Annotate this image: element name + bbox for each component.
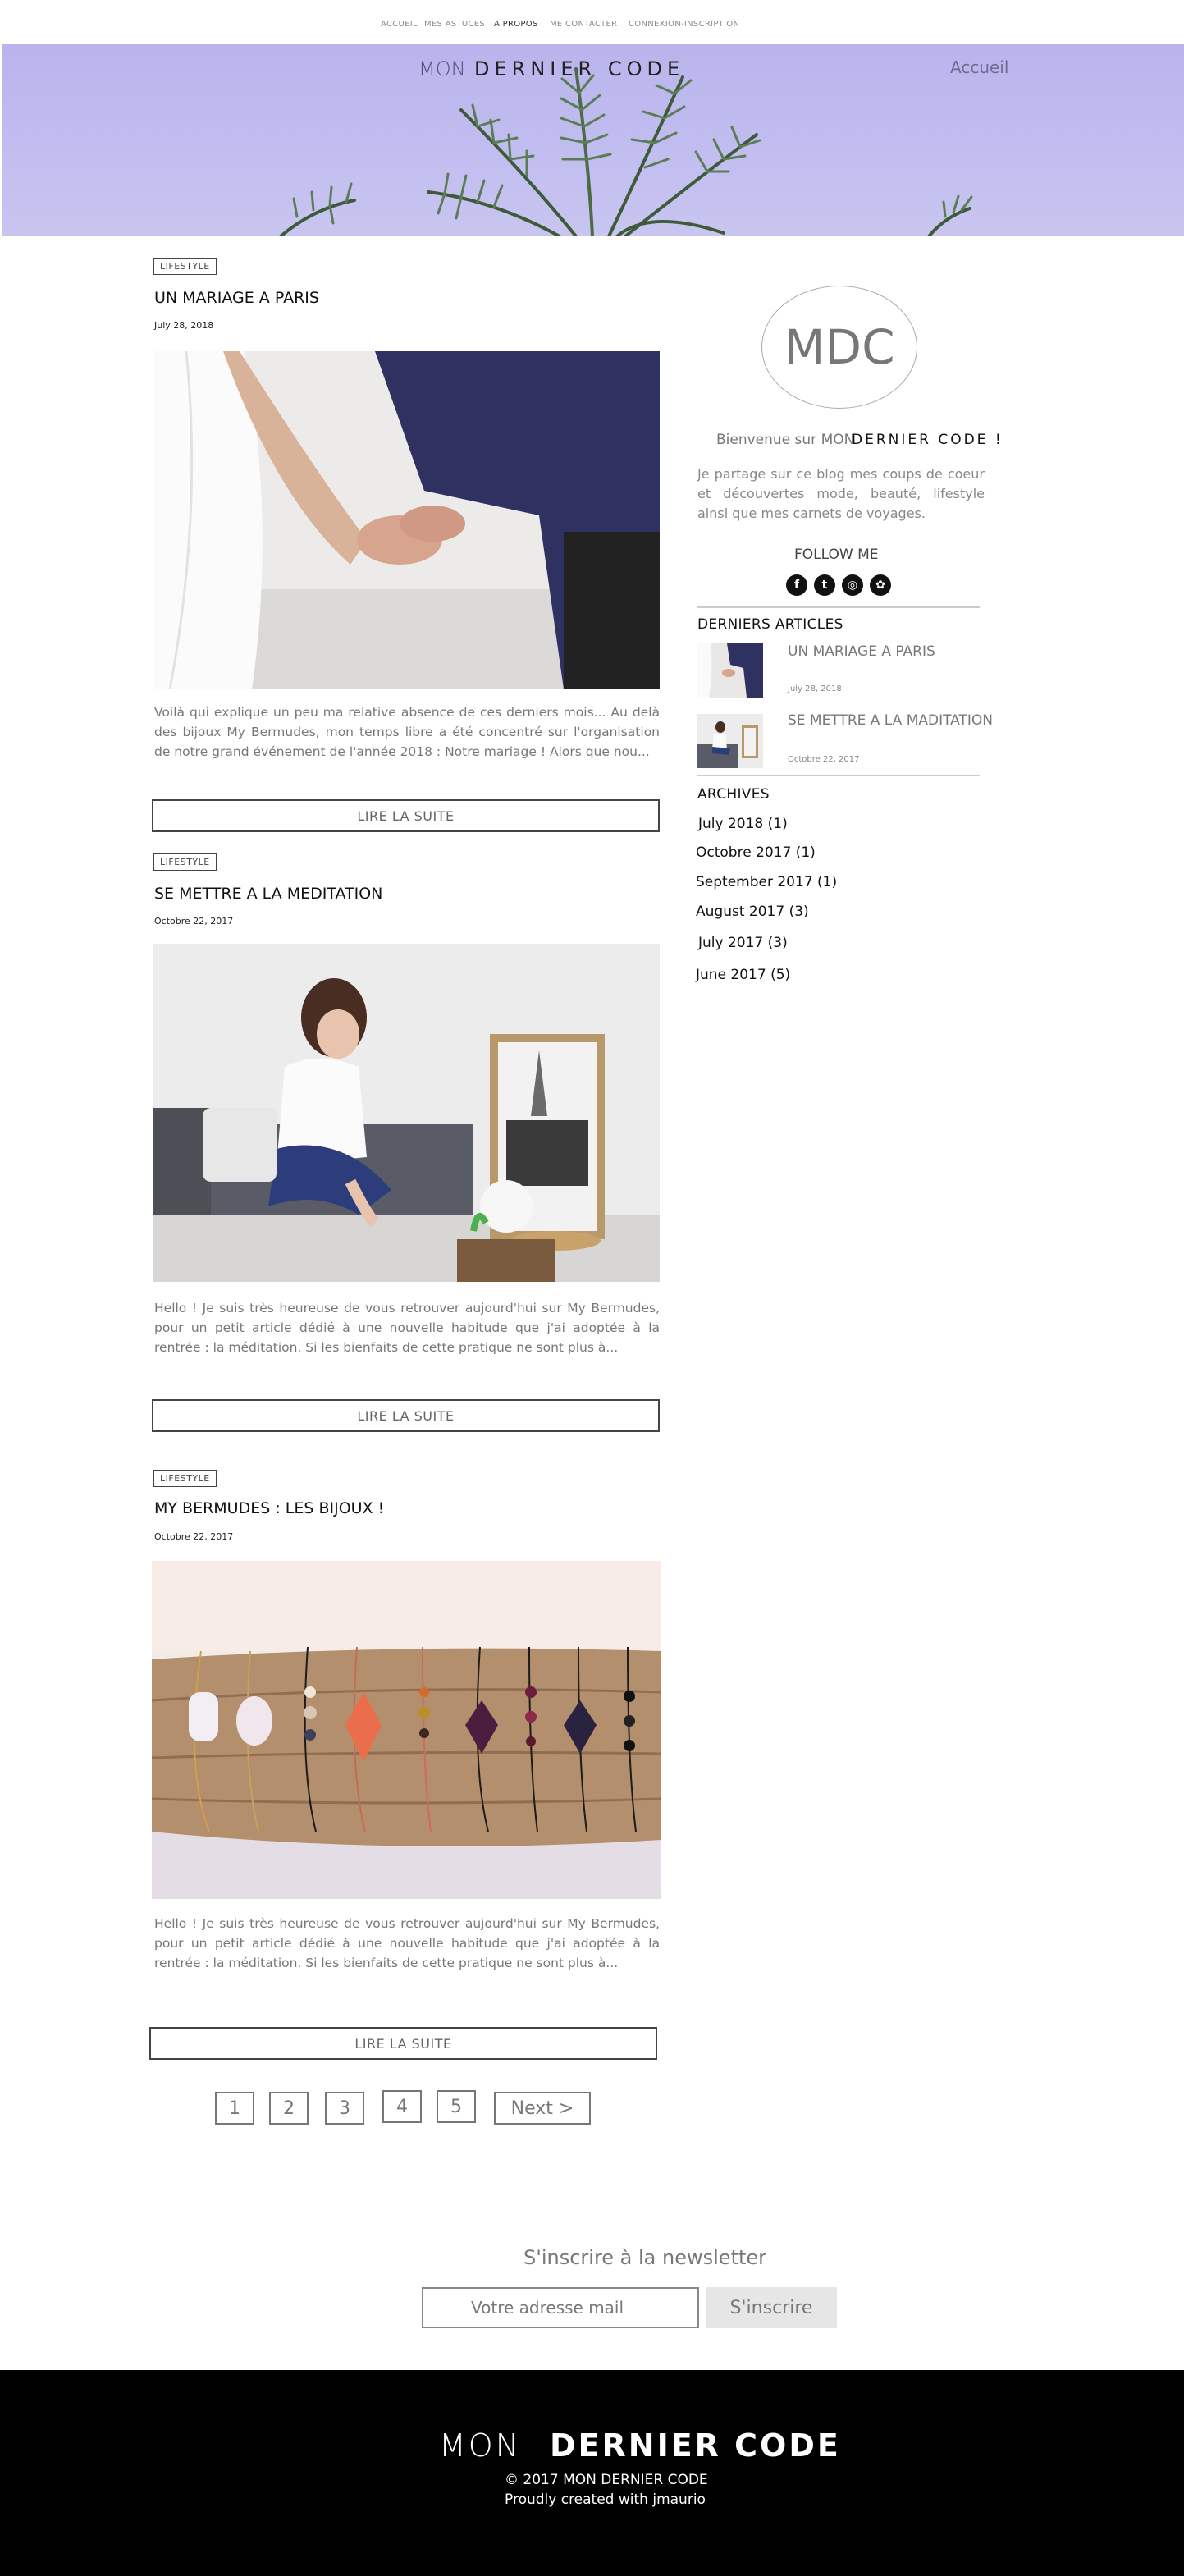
page-5-button[interactable]: 5 bbox=[437, 2090, 476, 2123]
holding-hands-thumbnail bbox=[697, 643, 763, 698]
read-more-button[interactable]: LIRE LA SUITE bbox=[149, 2027, 657, 2060]
post-excerpt: Voilà qui explique un peu ma relative ab… bbox=[154, 705, 660, 759]
newsletter-email-input[interactable] bbox=[422, 2287, 699, 2328]
woman-on-sofa-illustration bbox=[153, 944, 660, 1282]
footer-copyright: © 2017 MON DERNIER CODE bbox=[505, 2472, 708, 2488]
instagram-icon[interactable]: ◎ bbox=[842, 574, 863, 596]
page-4-button[interactable]: 4 bbox=[382, 2090, 422, 2123]
archive-item[interactable]: July 2018 (1) bbox=[698, 816, 788, 832]
logo-mon: MON bbox=[418, 57, 466, 80]
read-more-button[interactable]: LIRE LA SUITE bbox=[152, 799, 660, 832]
sidebar-divider bbox=[697, 606, 980, 608]
recent-article-date: Octobre 22, 2017 bbox=[788, 755, 860, 764]
newsletter-title: S'inscrire à la newsletter bbox=[523, 2246, 767, 2269]
recent-article-thumbnail[interactable] bbox=[697, 643, 763, 698]
holding-hands-illustration bbox=[153, 351, 660, 689]
footer-logo-dernier-code: DERNIER CODE bbox=[550, 2427, 841, 2464]
post-title[interactable]: MY BERMUDES : LES BIJOUX ! bbox=[154, 1499, 384, 1517]
post-image-bracelets[interactable] bbox=[152, 1561, 661, 1899]
sidebar-divider bbox=[697, 775, 980, 776]
welcome-text: Bienvenue sur MON bbox=[716, 432, 855, 448]
nav-item-connexion-inscription[interactable]: CONNEXION-INSCRIPTION bbox=[629, 20, 739, 29]
recent-articles-heading: DERNIERS ARTICLES bbox=[697, 616, 843, 633]
nav-item-me-contacter[interactable]: ME CONTACTER bbox=[550, 20, 617, 29]
nav-item-a-propos[interactable]: A PROPOS bbox=[494, 20, 538, 29]
post-title[interactable]: UN MARIAGE A PARIS bbox=[154, 289, 319, 307]
archive-item[interactable]: July 2017 (3) bbox=[698, 935, 788, 951]
recent-article-thumbnail[interactable] bbox=[697, 714, 763, 768]
next-page-button[interactable]: Next > bbox=[494, 2092, 591, 2125]
nav-item-accueil[interactable]: ACCUEIL bbox=[381, 20, 418, 29]
footer-credit: Proudly created with jmaurio bbox=[505, 2491, 706, 2508]
page-3-button[interactable]: 3 bbox=[325, 2092, 364, 2125]
recent-article-date: July 28, 2018 bbox=[788, 684, 842, 693]
archive-item[interactable]: September 2017 (1) bbox=[696, 874, 837, 890]
bracelets-illustration bbox=[152, 1561, 661, 1899]
post-tag[interactable]: LIFESTYLE bbox=[153, 853, 217, 871]
newsletter-subscribe-button[interactable]: S'inscrire bbox=[706, 2287, 837, 2328]
twitter-icon[interactable]: t bbox=[814, 574, 835, 596]
yelp-icon[interactable]: ✿ bbox=[870, 574, 891, 596]
avatar: MDC bbox=[761, 286, 917, 409]
read-more-button[interactable]: LIRE LA SUITE bbox=[152, 1399, 660, 1432]
post-tag[interactable]: LIFESTYLE bbox=[153, 258, 217, 275]
hero-banner: MON DERNIER CODE Accueil bbox=[2, 44, 1184, 236]
post-image-wedding[interactable] bbox=[153, 351, 660, 689]
post-excerpt: Hello ! Je suis très heureuse de vous re… bbox=[154, 1916, 660, 1970]
post-tag[interactable]: LIFESTYLE bbox=[153, 1470, 217, 1487]
page-1-button[interactable]: 1 bbox=[215, 2092, 254, 2125]
footer-logo-mon: MON bbox=[439, 2427, 522, 2464]
nav-item-mes-astuces[interactable]: MES ASTUCES bbox=[424, 20, 485, 29]
post-date: July 28, 2018 bbox=[154, 320, 214, 331]
welcome-brand: DERNIER CODE ! bbox=[852, 432, 1003, 448]
top-navigation: ACCUEIL MES ASTUCES A PROPOS ME CONTACTE… bbox=[0, 0, 1184, 44]
post-date: Octobre 22, 2017 bbox=[154, 1531, 234, 1542]
post-date: Octobre 22, 2017 bbox=[154, 916, 234, 927]
woman-on-sofa-thumbnail bbox=[697, 714, 763, 768]
archive-item[interactable]: Octobre 2017 (1) bbox=[696, 844, 816, 861]
facebook-icon[interactable]: f bbox=[786, 574, 807, 596]
footer: MON DERNIER CODE © 2017 MON DERNIER CODE… bbox=[0, 2370, 1184, 2576]
follow-me-label: FOLLOW ME bbox=[794, 547, 879, 563]
about-text: Je partage sur ce blog mes coups de coeu… bbox=[697, 466, 985, 521]
recent-article-title[interactable]: UN MARIAGE A PARIS bbox=[788, 643, 935, 660]
post-image-meditation[interactable] bbox=[153, 944, 660, 1282]
logo-dernier-code[interactable]: DERNIER CODE bbox=[474, 57, 684, 80]
hero-accueil-link[interactable]: Accueil bbox=[950, 57, 1008, 77]
archives-heading: ARCHIVES bbox=[697, 786, 770, 803]
page-2-button[interactable]: 2 bbox=[269, 2092, 309, 2125]
post-title[interactable]: SE METTRE A LA MEDITATION bbox=[154, 885, 382, 903]
archive-item[interactable]: August 2017 (3) bbox=[696, 904, 809, 920]
recent-article-title[interactable]: SE METTRE A LA MADITATION bbox=[788, 712, 993, 729]
post-excerpt: Hello ! Je suis très heureuse de vous re… bbox=[154, 1301, 660, 1355]
archive-item[interactable]: June 2017 (5) bbox=[696, 967, 790, 983]
